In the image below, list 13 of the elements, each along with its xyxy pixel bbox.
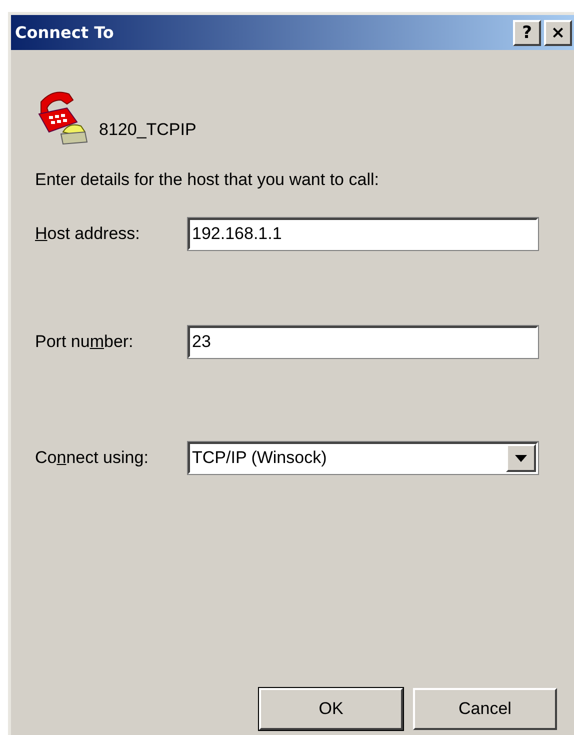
dialog-button[interactable]: OK [259,688,403,730]
help-button[interactable]: ? [513,20,541,46]
input-field[interactable]: 192.168.1.1 [188,218,538,250]
connection-dropdown[interactable]: TCP/IP (Winsock) [188,442,538,474]
field-label: Host address: [35,224,141,244]
close-button[interactable]: × [544,20,572,46]
instructions-text: Enter details for the host that you want to call: [35,170,380,190]
input-field[interactable]: 23 [188,326,538,358]
field-label: Port number: [35,332,134,352]
connection-name: 8120_TCPIP [99,120,196,140]
window-title: Connect To [15,23,115,42]
dialog-button[interactable]: Cancel [413,688,557,730]
field-label: Connect using: [35,448,150,468]
